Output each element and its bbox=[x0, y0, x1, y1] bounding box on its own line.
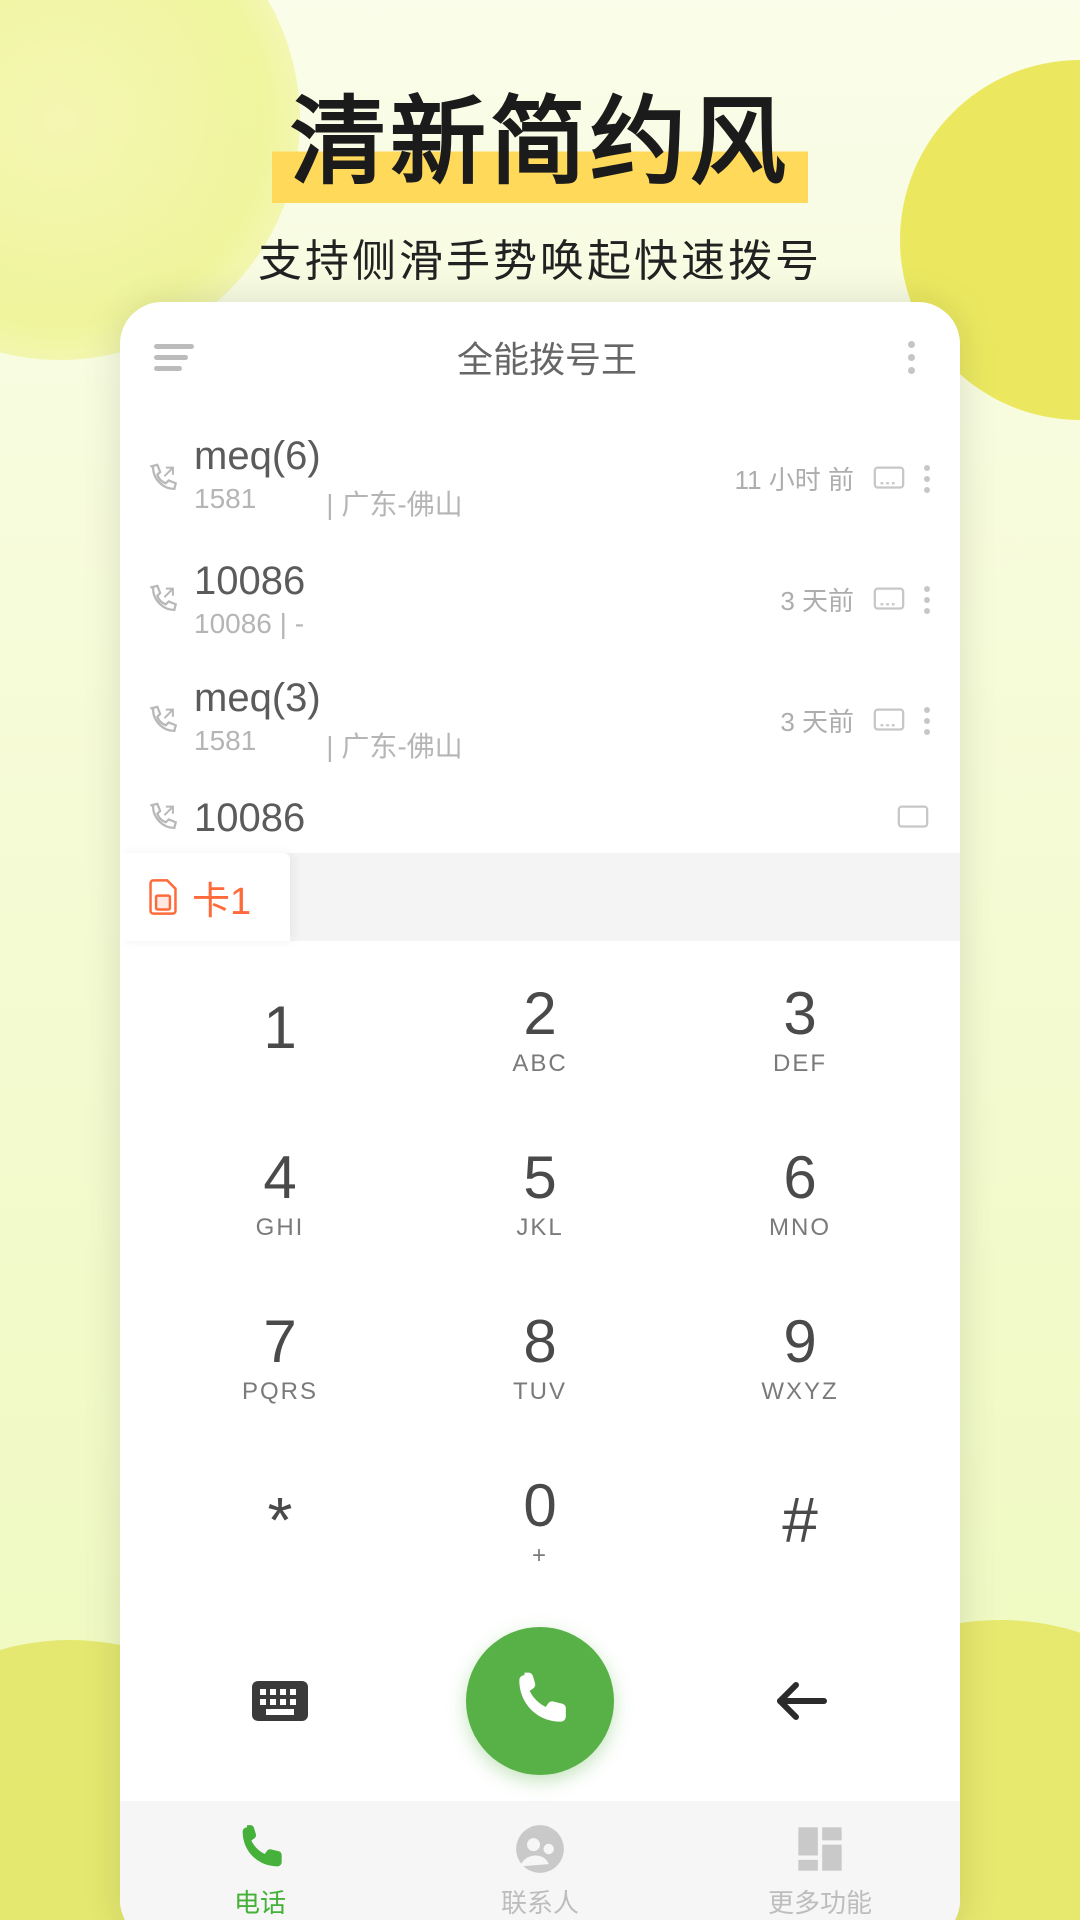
call-button[interactable] bbox=[466, 1627, 614, 1775]
call-location: | 广东-佛山 bbox=[326, 483, 462, 523]
call-row[interactable]: 10086 bbox=[120, 783, 960, 853]
outgoing-call-icon bbox=[146, 583, 180, 617]
key-6[interactable]: 6MNO bbox=[670, 1115, 930, 1275]
call-name: meq(3) bbox=[194, 676, 780, 721]
call-name: 10086 bbox=[194, 559, 780, 604]
row-overflow-icon[interactable] bbox=[924, 586, 930, 614]
key-7[interactable]: 7PQRS bbox=[150, 1279, 410, 1439]
tab-phone-label: 电话 bbox=[234, 1883, 286, 1920]
phone-tab-icon bbox=[234, 1823, 286, 1875]
tab-contacts[interactable]: 联系人 bbox=[400, 1801, 680, 1920]
outgoing-call-icon bbox=[146, 462, 180, 496]
tab-more[interactable]: 更多功能 bbox=[680, 1801, 960, 1920]
app-bar: 全能拨号王 bbox=[120, 302, 960, 412]
menu-icon[interactable] bbox=[154, 344, 198, 371]
row-overflow-icon[interactable] bbox=[924, 465, 930, 493]
sim-card-icon bbox=[148, 879, 178, 915]
tab-contacts-label: 联系人 bbox=[501, 1883, 579, 1920]
key-5[interactable]: 5JKL bbox=[410, 1115, 670, 1275]
key-8[interactable]: 8TUV bbox=[410, 1279, 670, 1439]
outgoing-call-icon bbox=[146, 704, 180, 738]
sms-icon[interactable] bbox=[872, 706, 906, 736]
outgoing-call-icon bbox=[146, 801, 180, 835]
sms-icon[interactable] bbox=[872, 585, 906, 615]
row-overflow-icon[interactable] bbox=[924, 707, 930, 735]
hero-subtitle: 支持侧滑手势唤起快速拨号 bbox=[0, 225, 1080, 289]
call-number: 1581 bbox=[194, 725, 256, 765]
bottom-nav: 电话 联系人 更多功能 bbox=[120, 1801, 960, 1920]
marketing-hero: 清新简约风 支持侧滑手势唤起快速拨号 bbox=[0, 60, 1080, 289]
call-row[interactable]: 10086 10086 | - 3 天前 bbox=[120, 541, 960, 658]
key-4[interactable]: 4GHI bbox=[150, 1115, 410, 1275]
call-row[interactable]: meq(3) 1581 | 广东-佛山 3 天前 bbox=[120, 658, 960, 783]
backspace-icon[interactable] bbox=[772, 1679, 828, 1723]
more-tab-icon bbox=[794, 1823, 846, 1875]
key-9[interactable]: 9WXYZ bbox=[670, 1279, 930, 1439]
overflow-icon[interactable] bbox=[896, 341, 926, 374]
call-time: 3 天前 bbox=[780, 702, 854, 739]
call-number: 10086 | - bbox=[194, 608, 304, 640]
call-log-list: meq(6) 1581 | 广东-佛山 11 小时 前 10086 10086 |… bbox=[120, 412, 960, 853]
sim-tab-1[interactable]: 卡1 bbox=[120, 853, 290, 941]
contacts-tab-icon bbox=[514, 1823, 566, 1875]
key-hash[interactable]: # bbox=[670, 1443, 930, 1603]
key-2[interactable]: 2ABC bbox=[410, 951, 670, 1111]
dial-pad: 1 2ABC 3DEF 4GHI 5JKL 6MNO 7PQRS 8TUV 9W… bbox=[120, 941, 960, 1613]
key-1[interactable]: 1 bbox=[150, 951, 410, 1111]
sim-tab-strip: 卡1 bbox=[120, 853, 960, 941]
sim-tab-label: 卡1 bbox=[192, 870, 251, 925]
hero-title: 清新简约风 bbox=[272, 60, 808, 203]
key-0[interactable]: 0+ bbox=[410, 1443, 670, 1603]
phone-frame: 全能拨号王 meq(6) 1581| 广东-佛山 11 小时 前 10 bbox=[120, 302, 960, 1920]
phone-icon bbox=[509, 1670, 571, 1732]
sms-icon[interactable] bbox=[896, 803, 930, 833]
call-number: 1581 bbox=[194, 483, 256, 523]
app-title: 全能拨号王 bbox=[198, 331, 896, 383]
sms-icon[interactable] bbox=[872, 464, 906, 494]
call-time: 11 小时 前 bbox=[735, 460, 854, 497]
keyboard-icon[interactable] bbox=[252, 1681, 308, 1721]
tab-more-label: 更多功能 bbox=[768, 1883, 872, 1920]
key-3[interactable]: 3DEF bbox=[670, 951, 930, 1111]
call-location: | 广东-佛山 bbox=[326, 725, 462, 765]
call-name: meq(6) bbox=[194, 434, 735, 479]
dial-actions bbox=[120, 1613, 960, 1801]
key-star[interactable]: * bbox=[150, 1443, 410, 1603]
call-name: 10086 bbox=[194, 796, 896, 841]
tab-phone[interactable]: 电话 bbox=[120, 1801, 400, 1920]
call-row[interactable]: meq(6) 1581 | 广东-佛山 11 小时 前 bbox=[120, 416, 960, 541]
call-time: 3 天前 bbox=[780, 581, 854, 618]
